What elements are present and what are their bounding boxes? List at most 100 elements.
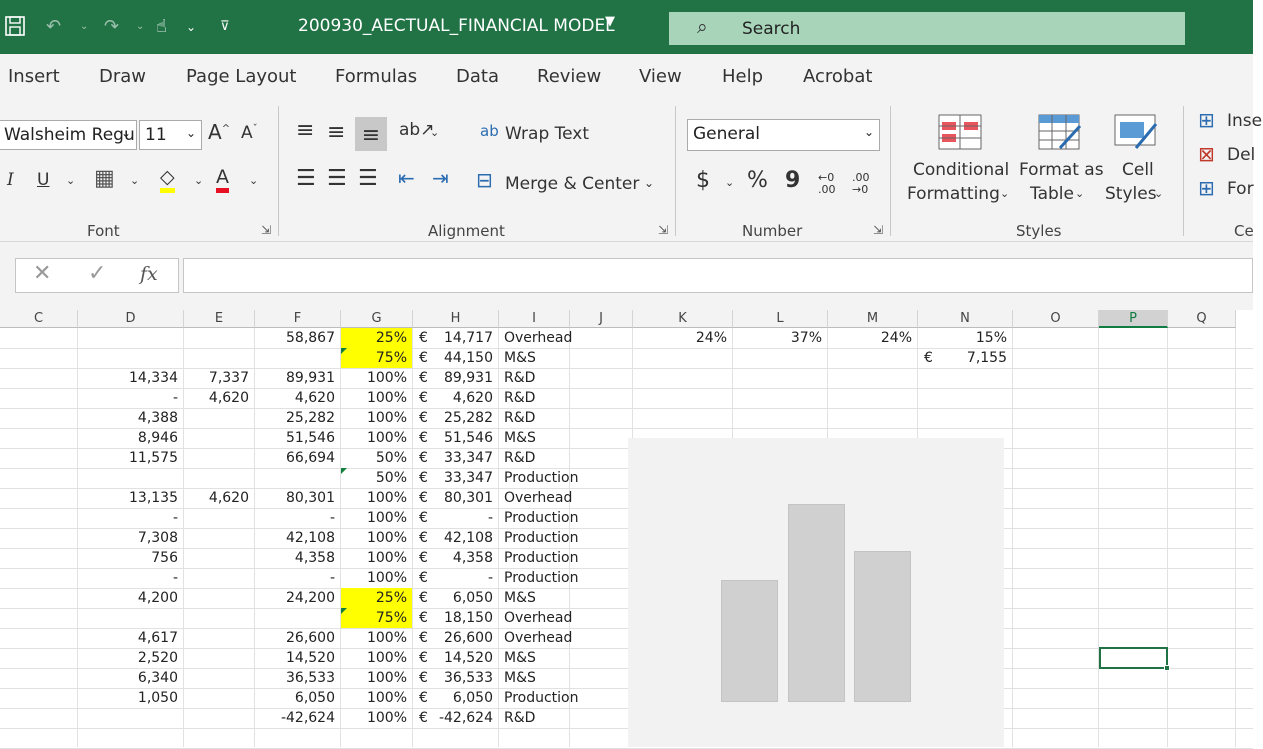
align-middle-icon[interactable]: ≡: [327, 120, 345, 145]
fill-color-icon[interactable]: ◇: [160, 166, 175, 193]
column-header-l[interactable]: L: [733, 310, 828, 328]
underline-dropdown-icon[interactable]: ⌄: [66, 174, 75, 187]
cell-d[interactable]: -: [78, 508, 183, 528]
undo-dropdown-icon[interactable]: ⌄: [80, 14, 88, 40]
borders-icon[interactable]: ▦: [94, 166, 115, 191]
cell-g[interactable]: 100%: [341, 428, 412, 448]
cell-h[interactable]: 26,600 €: [413, 628, 498, 648]
redo-dropdown-icon[interactable]: ⌄: [136, 14, 144, 40]
italic-icon[interactable]: I: [7, 170, 14, 190]
cell-d[interactable]: 756: [78, 548, 183, 568]
cell-styles-label-1[interactable]: Cell: [1122, 160, 1154, 180]
cell-g[interactable]: 100%: [341, 368, 412, 388]
cell-g[interactable]: 100%: [341, 408, 412, 428]
cell-l[interactable]: 37%: [733, 328, 827, 348]
merge-center-button[interactable]: Merge & Center: [505, 174, 639, 194]
cell-g[interactable]: 75%: [341, 608, 412, 628]
align-bottom-icon[interactable]: ≡: [355, 117, 387, 151]
cell-f[interactable]: 51,546: [255, 428, 340, 448]
orientation-dropdown-icon[interactable]: ⌄: [430, 126, 439, 139]
comma-style-button[interactable]: 9: [785, 168, 800, 193]
currency-dropdown-icon[interactable]: ⌄: [725, 176, 734, 189]
format-as-table-label-2[interactable]: Table: [1030, 184, 1074, 204]
cell-h[interactable]: 6,050 €: [413, 588, 498, 608]
cell-n[interactable]: 15%: [918, 328, 1012, 348]
cell-f[interactable]: 24,200: [255, 588, 340, 608]
merge-dropdown-icon[interactable]: ⌄: [644, 176, 654, 190]
increase-font-size-icon[interactable]: A^: [208, 120, 230, 144]
cell-e[interactable]: 4,620: [184, 488, 254, 508]
cell-i[interactable]: Production: [499, 548, 578, 568]
cell-g[interactable]: 100%: [341, 648, 412, 668]
customize-toolbar-icon[interactable]: ⊽: [220, 14, 230, 40]
cell-h[interactable]: 14,717 €: [413, 328, 498, 348]
tab-insert[interactable]: Insert: [8, 66, 60, 87]
cell-i[interactable]: M&S: [499, 588, 569, 608]
cell-i[interactable]: Overhead: [499, 328, 572, 348]
cell-f[interactable]: 42,108: [255, 528, 340, 548]
cell-d[interactable]: 11,575: [78, 448, 183, 468]
tab-formulas[interactable]: Formulas: [335, 66, 417, 87]
cell-g[interactable]: 50%: [341, 448, 412, 468]
cell-f[interactable]: 14,520: [255, 648, 340, 668]
worksheet-grid[interactable]: CDEFGHIJKLMNOPQ 58,867 25% 14,717 € Overhead…: [0, 310, 1253, 749]
tab-view[interactable]: View: [639, 66, 682, 87]
decrease-font-size-icon[interactable]: Aˇ: [241, 123, 258, 143]
conditional-formatting-label-2[interactable]: Formatting: [907, 184, 1000, 204]
format-cells-button[interactable]: For: [1227, 179, 1254, 199]
cell-i[interactable]: Overhead: [499, 488, 572, 508]
align-left-icon[interactable]: ☰: [296, 166, 316, 191]
cell-f[interactable]: 4,358: [255, 548, 340, 568]
cell-i[interactable]: R&D: [499, 368, 569, 388]
number-format-select[interactable]: General ⌄: [687, 119, 880, 151]
cell-g[interactable]: 100%: [341, 708, 412, 728]
cancel-entry-icon[interactable]: ✕: [33, 261, 51, 286]
cell-h[interactable]: 33,347 €: [413, 448, 498, 468]
confirm-entry-icon[interactable]: ✓: [88, 261, 106, 286]
cell-h[interactable]: - €: [413, 508, 498, 528]
cell-h[interactable]: 14,520 €: [413, 648, 498, 668]
chart-placeholder[interactable]: [628, 438, 1004, 747]
cell-f[interactable]: -: [255, 568, 340, 588]
align-center-icon[interactable]: ☰: [327, 166, 347, 191]
cell-g[interactable]: 100%: [341, 528, 412, 548]
insert-cells-button[interactable]: Inse: [1227, 111, 1262, 131]
number-launcher-icon[interactable]: ⇲: [873, 223, 883, 237]
cell-g[interactable]: 100%: [341, 688, 412, 708]
cell-d[interactable]: -: [78, 568, 183, 588]
cell-f[interactable]: 80,301: [255, 488, 340, 508]
tab-review[interactable]: Review: [537, 66, 601, 87]
font-color-icon[interactable]: A: [216, 166, 229, 193]
save-icon[interactable]: [4, 14, 26, 46]
align-top-icon[interactable]: ≡: [296, 118, 314, 143]
cell-i[interactable]: Overhead: [499, 628, 572, 648]
cell-h[interactable]: 42,108 €: [413, 528, 498, 548]
cell-g[interactable]: 50%: [341, 468, 412, 488]
cell-i[interactable]: Production: [499, 568, 578, 588]
cell-g[interactable]: 100%: [341, 548, 412, 568]
decrease-indent-icon[interactable]: ⇤: [398, 166, 415, 190]
selected-cell[interactable]: [1099, 647, 1170, 671]
tab-acrobat[interactable]: Acrobat: [803, 66, 872, 87]
borders-dropdown-icon[interactable]: ⌄: [130, 174, 139, 187]
column-header-k[interactable]: K: [633, 310, 733, 328]
cell-i[interactable]: Production: [499, 468, 578, 488]
cell-g[interactable]: 25%: [341, 588, 412, 608]
cell-h[interactable]: - €: [413, 568, 498, 588]
fill-handle[interactable]: [1164, 665, 1170, 671]
delete-cells-button[interactable]: Del: [1227, 145, 1255, 165]
cell-d[interactable]: 6,340: [78, 668, 183, 688]
percent-style-button[interactable]: %: [747, 168, 768, 193]
cell-i[interactable]: R&D: [499, 708, 569, 728]
cell-d[interactable]: 2,520: [78, 648, 183, 668]
font-color-dropdown-icon[interactable]: ⌄: [249, 174, 258, 187]
cell-f[interactable]: 4,620: [255, 388, 340, 408]
font-launcher-icon[interactable]: ⇲: [261, 223, 271, 237]
cell-d[interactable]: 1,050: [78, 688, 183, 708]
tab-draw[interactable]: Draw: [99, 66, 146, 87]
cell-f[interactable]: 26,600: [255, 628, 340, 648]
column-header-m[interactable]: M: [828, 310, 918, 328]
cell-i[interactable]: M&S: [499, 668, 569, 688]
tab-help[interactable]: Help: [722, 66, 763, 87]
column-header-f[interactable]: F: [255, 310, 341, 328]
